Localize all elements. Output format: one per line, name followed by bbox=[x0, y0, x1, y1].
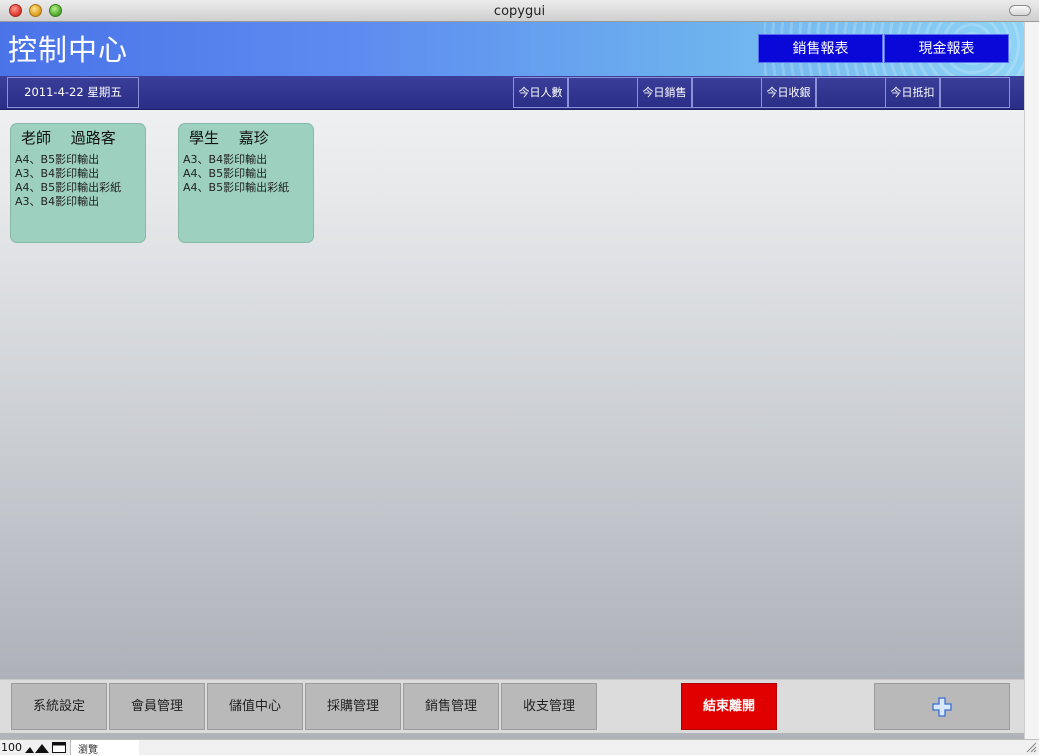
today-cash-value bbox=[816, 77, 886, 108]
member-item: A4、B5影印輸出 bbox=[15, 153, 100, 166]
purchase-management-button[interactable]: 採購管理 bbox=[305, 683, 401, 730]
zoom-mountain-icon[interactable] bbox=[25, 743, 49, 753]
income-expense-button[interactable]: 收支管理 bbox=[501, 683, 597, 730]
member-items: A3、B4影印輸出 A4、B5影印輸出 A4、B5影印輸出彩紙 bbox=[183, 153, 289, 195]
vertical-scrollbar[interactable] bbox=[1024, 22, 1039, 739]
cash-report-button[interactable]: 現金報表 bbox=[884, 34, 1009, 63]
stored-value-button[interactable]: 儲值中心 bbox=[207, 683, 303, 730]
member-card[interactable]: 學生 嘉珍 A3、B4影印輸出 A4、B5影印輸出 A4、B5影印輸出彩紙 bbox=[178, 123, 314, 243]
add-button[interactable] bbox=[874, 683, 1010, 730]
exit-button[interactable]: 結束離開 bbox=[681, 683, 777, 730]
sales-management-button[interactable]: 銷售管理 bbox=[403, 683, 499, 730]
window-title: copygui bbox=[493, 4, 546, 19]
zoom-level[interactable]: 100 bbox=[1, 741, 22, 754]
member-item: A3、B4影印輸出 bbox=[15, 167, 100, 180]
member-card[interactable]: 老師 過路客 A4、B5影印輸出 A3、B4影印輸出 A4、B5影印輸出彩紙 A… bbox=[10, 123, 146, 243]
today-sales-label: 今日銷售 bbox=[637, 77, 692, 108]
sales-report-button[interactable]: 銷售報表 bbox=[758, 34, 883, 63]
member-management-button[interactable]: 會員管理 bbox=[109, 683, 205, 730]
today-deduction-value bbox=[940, 77, 1010, 108]
today-visitors-label: 今日人數 bbox=[513, 77, 568, 108]
bottom-toolbar: 系統設定 會員管理 儲值中心 採購管理 銷售管理 收支管理 結束離開 bbox=[0, 679, 1024, 734]
member-name: 老師 過路客 bbox=[21, 129, 116, 147]
toolbar-toggle-button[interactable] bbox=[1009, 5, 1031, 16]
resize-grip-icon[interactable] bbox=[1026, 742, 1037, 753]
member-item: A4、B5影印輸出彩紙 bbox=[15, 181, 122, 194]
info-bar: 2011-4-22 星期五 今日人數 今日銷售 今日收銀 今日抵扣 bbox=[0, 76, 1024, 110]
member-item: A4、B5影印輸出彩紙 bbox=[183, 181, 290, 194]
today-deduction-label: 今日抵扣 bbox=[885, 77, 940, 108]
date-display: 2011-4-22 星期五 bbox=[7, 77, 139, 108]
member-item: A3、B4影印輸出 bbox=[183, 153, 268, 166]
app-content: 控制中心 銷售報表 現金報表 2011-4-22 星期五 今日人數 今日銷售 今… bbox=[0, 22, 1024, 739]
system-settings-button[interactable]: 系統設定 bbox=[11, 683, 107, 730]
mode-label: 瀏覽 bbox=[78, 745, 98, 756]
layout-mode-icon[interactable] bbox=[52, 742, 66, 753]
today-sales-value bbox=[692, 77, 762, 108]
today-cash-label: 今日收銀 bbox=[761, 77, 816, 108]
member-item: A4、B5影印輸出 bbox=[183, 167, 268, 180]
member-item: A3、B4影印輸出 bbox=[15, 195, 100, 208]
member-items: A4、B5影印輸出 A3、B4影印輸出 A4、B5影印輸出彩紙 A3、B4影印輸… bbox=[15, 153, 121, 209]
window-titlebar: copygui bbox=[0, 0, 1039, 22]
page-title: 控制中心 bbox=[8, 33, 129, 67]
member-name: 學生 嘉珍 bbox=[189, 129, 269, 147]
plus-icon bbox=[932, 696, 952, 717]
today-visitors-value bbox=[568, 77, 638, 108]
header-banner: 控制中心 銷售報表 現金報表 bbox=[0, 22, 1024, 77]
status-bar: 100 瀏覽 bbox=[0, 739, 1039, 756]
